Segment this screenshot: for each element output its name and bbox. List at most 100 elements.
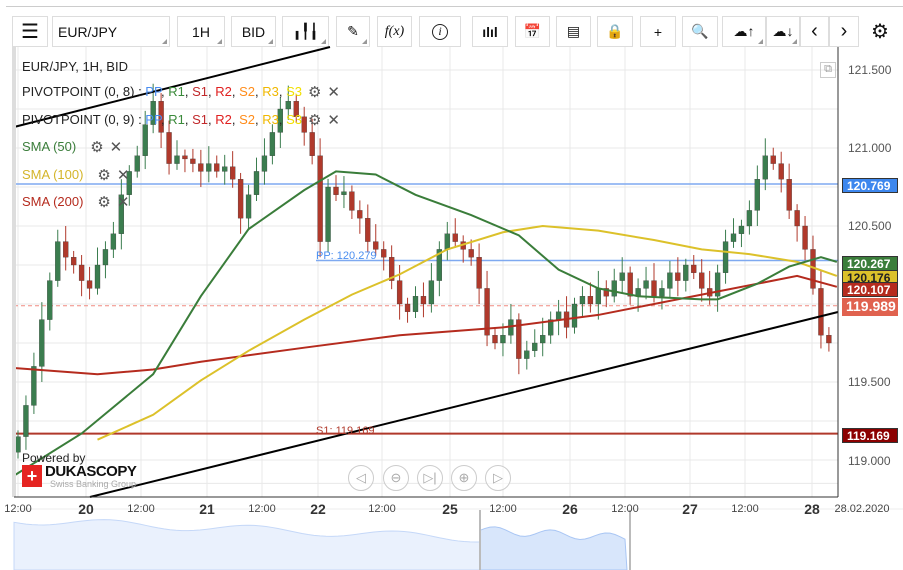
candle-body: [770, 155, 776, 164]
brand-name: DUKASCOPY: [45, 463, 137, 480]
candle-body: [532, 342, 538, 351]
time-tick: 12:00: [489, 503, 517, 515]
separator: ,: [184, 84, 193, 99]
zoom-in-icon: ⊕: [458, 470, 470, 485]
candle-body: [818, 288, 824, 336]
legend-title: EUR/JPY, 1H, BID: [22, 59, 128, 74]
candle-body: [738, 225, 745, 234]
candle-body: [349, 191, 355, 211]
pivot-part-s1: S1: [192, 84, 208, 99]
pp-line-label: PP: 120.279: [316, 250, 377, 262]
candle-body: [63, 241, 69, 258]
candle-body: [786, 179, 792, 211]
time-tick: 27: [682, 501, 698, 517]
candle-body: [555, 311, 562, 320]
legend-pivot-1: PIVOTPOINT (0, 8) : PP, R1, S1, R2, S2, …: [22, 84, 340, 101]
scroll-left-button[interactable]: ◁: [348, 465, 374, 491]
time-tick: 28.02.2020: [834, 503, 890, 515]
zoom-out-button[interactable]: ⊖: [383, 465, 409, 491]
legend-sma-200: SMA (200) ⚙ ✕: [22, 194, 130, 211]
candle-body: [245, 194, 252, 219]
candle-body: [325, 186, 331, 242]
pivot-1-label: PIVOTPOINT (0, 8): [22, 84, 135, 99]
candle-body: [524, 350, 530, 359]
candle-body: [381, 249, 387, 258]
time-tick: 12:00: [127, 503, 155, 515]
candle-body: [826, 335, 832, 344]
s1-line-label: S1: 119.169: [316, 425, 375, 437]
legend-sma-50: SMA (50) ⚙ ✕: [22, 139, 123, 156]
candle-body: [540, 335, 546, 344]
candle-body: [110, 233, 117, 250]
candle-body: [309, 132, 315, 156]
candle-body: [492, 335, 498, 344]
candle-body: [86, 280, 93, 289]
close-icon[interactable]: ✕: [327, 85, 340, 100]
pivot-part-s2: S2: [239, 84, 255, 99]
pivot-part-pp: PP: [145, 84, 161, 99]
candle-body: [206, 163, 212, 172]
candle-body: [198, 163, 204, 172]
pivot-part-r1: R1: [168, 112, 185, 127]
candle-body: [778, 163, 784, 180]
navigator[interactable]: [13, 508, 903, 570]
time-tick: 22: [310, 501, 326, 517]
legend-pivot-2: PIVOTPOINT (0, 9) : PP, R1, S1, R2, S2, …: [22, 112, 340, 129]
candle-body: [595, 288, 601, 305]
price-tick: 119.500: [848, 375, 891, 389]
pivot-2-label: PIVOTPOINT (0, 9): [22, 112, 135, 127]
scroll-right-button[interactable]: ▷: [485, 465, 511, 491]
candle-body: [396, 280, 403, 305]
badge-last-price: 119.989: [842, 298, 898, 316]
candle-body: [190, 158, 196, 164]
go-to-end-button[interactable]: ▷|: [417, 465, 443, 491]
candle-body: [214, 163, 220, 172]
pivot-part-s2: S2: [239, 112, 255, 127]
time-tick: 20: [78, 501, 94, 517]
zoom-out-icon: ⊖: [390, 470, 402, 485]
badge-s1: 119.169: [842, 428, 898, 443]
candle-body: [166, 132, 172, 164]
candle-body: [134, 155, 140, 172]
pivot-part-pp: PP: [145, 112, 161, 127]
pivot-part-r3: R3: [262, 84, 279, 99]
sma200-line: [13, 274, 838, 376]
pivot-part-r2: R2: [215, 84, 232, 99]
candle-body: [699, 272, 705, 289]
candle-body: [722, 241, 729, 273]
candle-body: [182, 155, 188, 160]
time-tick: 12:00: [368, 503, 396, 515]
separator: ,: [231, 84, 240, 99]
candle-body: [627, 272, 633, 297]
sma200-label: SMA (200): [22, 194, 84, 209]
separator: ,: [278, 84, 287, 99]
gear-icon[interactable]: ⚙: [308, 113, 321, 128]
candle-body: [15, 436, 21, 453]
candle-body: [71, 257, 77, 266]
candle-body: [39, 319, 45, 367]
popout-icon[interactable]: ⧉: [820, 62, 836, 78]
gear-icon[interactable]: ⚙: [97, 168, 110, 183]
pivot-part-s3: S3: [286, 112, 302, 127]
separator: ,: [184, 112, 193, 127]
close-icon[interactable]: ✕: [110, 140, 123, 155]
candle-body: [651, 280, 657, 297]
time-tick: 12:00: [611, 503, 639, 515]
close-icon[interactable]: ✕: [117, 168, 130, 183]
candle-body: [754, 179, 760, 211]
candle-body: [611, 280, 617, 297]
time-tick: 12:00: [4, 503, 32, 515]
gear-icon[interactable]: ⚙: [97, 195, 110, 210]
candle-body: [587, 296, 594, 305]
gear-icon[interactable]: ⚙: [90, 140, 103, 155]
sma50-label: SMA (50): [22, 139, 77, 154]
badge-sma200: 120.107: [842, 282, 898, 297]
skip-end-icon: ▷|: [423, 470, 437, 485]
gear-icon[interactable]: ⚙: [308, 85, 321, 100]
close-icon[interactable]: ✕: [327, 113, 340, 128]
candle-body: [500, 335, 506, 344]
price-tick: 121.500: [848, 63, 892, 77]
candle-body: [667, 272, 673, 289]
close-icon[interactable]: ✕: [117, 195, 130, 210]
zoom-in-button[interactable]: ⊕: [451, 465, 477, 491]
